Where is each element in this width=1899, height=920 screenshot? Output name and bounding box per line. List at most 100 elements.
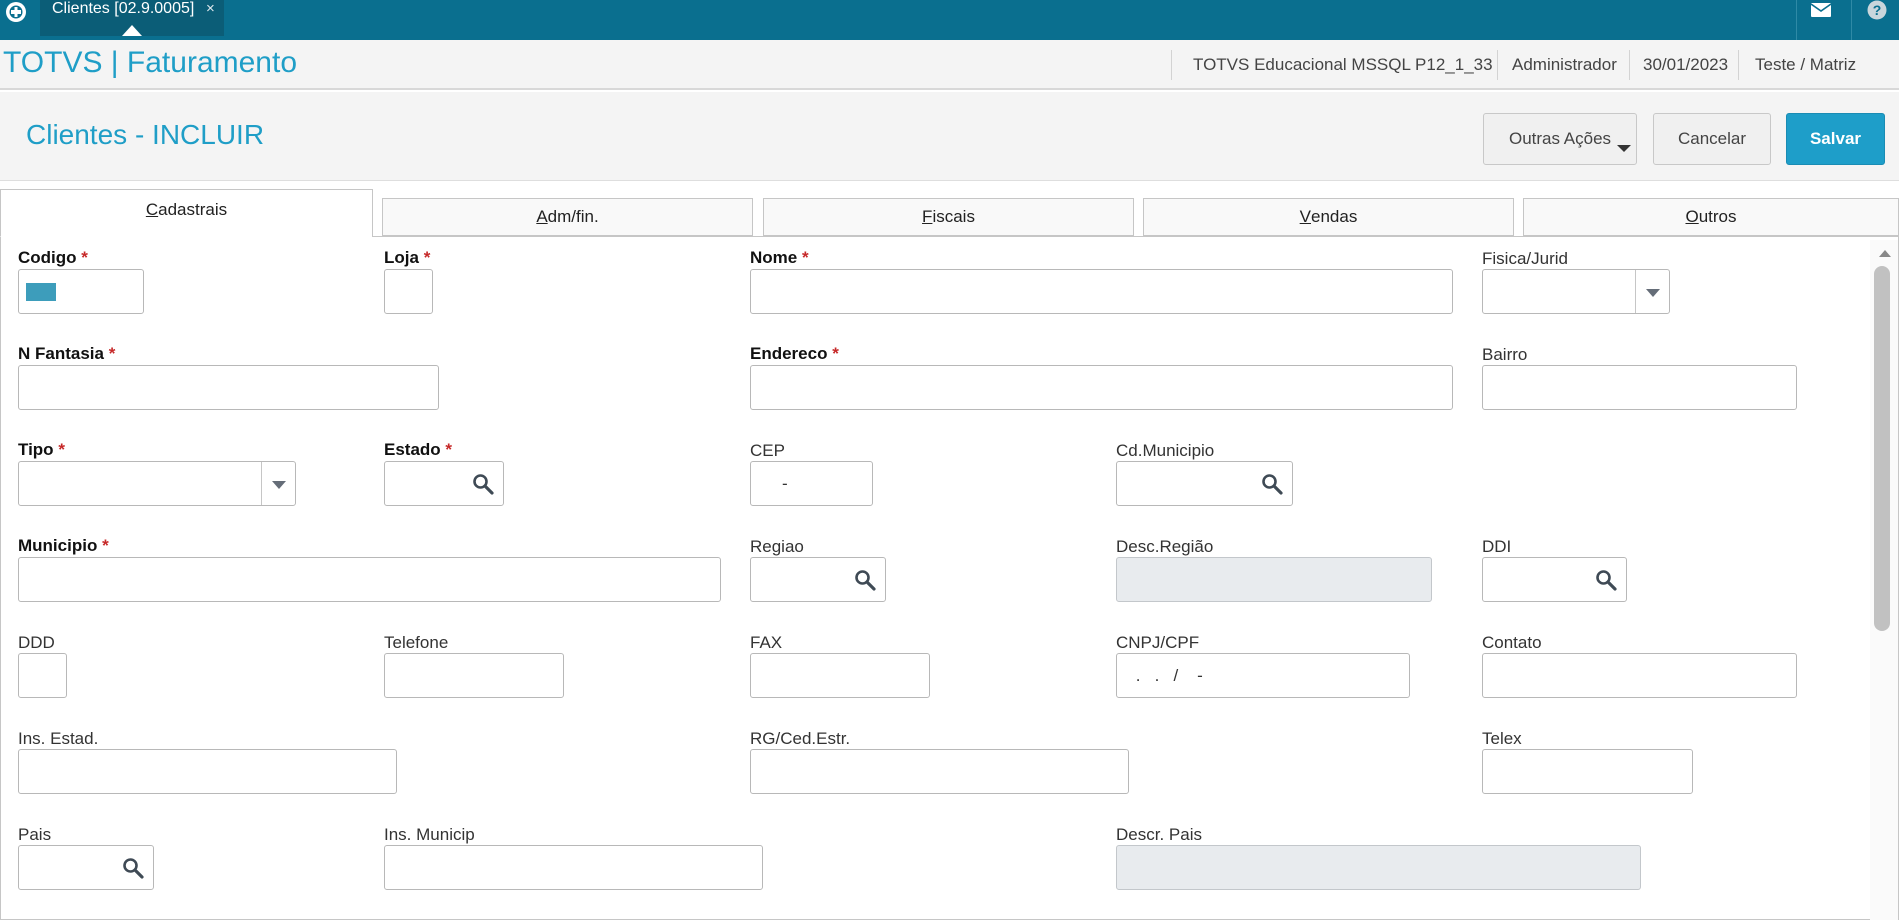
codigo-field[interactable] (18, 269, 144, 314)
telefone-input[interactable] (385, 654, 563, 697)
cnpj-cpf-field[interactable]: . . / - (1116, 653, 1410, 698)
branch-label[interactable]: Teste / Matriz (1755, 40, 1856, 90)
nome-input[interactable] (751, 270, 1452, 313)
bairro-field[interactable] (1482, 365, 1797, 410)
form-scrollbar[interactable] (1870, 240, 1898, 920)
save-button[interactable]: Salvar (1786, 113, 1885, 165)
app-window: Clientes [02.9.0005] × ? TOTVS | Faturam… (0, 0, 1899, 920)
estado-field[interactable] (384, 461, 504, 506)
close-icon[interactable]: × (206, 0, 215, 18)
tab-label: iscais (932, 207, 975, 226)
ddd-label: DDD (18, 633, 55, 652)
regiao-field[interactable] (750, 557, 886, 602)
regiao-label: Regiao (750, 537, 804, 556)
loja-label: Loja * (384, 248, 431, 267)
search-icon[interactable] (853, 568, 877, 592)
ddi-label: DDI (1482, 537, 1512, 556)
date-label[interactable]: 30/01/2023 (1643, 40, 1728, 90)
ins-estad-field[interactable] (18, 749, 397, 794)
ddd-input[interactable] (19, 654, 66, 697)
tab-label: utros (1698, 207, 1737, 226)
search-icon[interactable] (121, 856, 145, 880)
telefone-field[interactable] (384, 653, 564, 698)
cancel-label: Cancelar (1677, 129, 1747, 148)
ddd-field[interactable] (18, 653, 67, 698)
nome-field[interactable] (750, 269, 1453, 314)
tab-cadastrais[interactable]: Cadastrais (0, 189, 373, 237)
chevron-down-icon[interactable] (272, 481, 286, 489)
cep-label: CEP (750, 441, 785, 460)
tab-fiscais[interactable]: Fiscais (763, 198, 1134, 236)
tab-label: endas (1311, 207, 1358, 226)
ddi-field[interactable] (1482, 557, 1627, 602)
fax-field[interactable] (750, 653, 930, 698)
endereco-field[interactable] (750, 365, 1453, 410)
search-icon[interactable] (1594, 568, 1618, 592)
svg-text:?: ? (1873, 2, 1882, 18)
mail-icon[interactable] (1808, 0, 1834, 20)
municipio-label: Municipio * (18, 536, 109, 555)
environment-label: TOTVS Educacional MSSQL P12_1_33 (1193, 55, 1493, 74)
tab-vendas[interactable]: Vendas (1143, 198, 1514, 236)
loja-field[interactable] (384, 269, 433, 314)
search-icon[interactable] (471, 472, 495, 496)
municipio-field[interactable] (18, 557, 721, 602)
descr-pais-label: Descr. Pais (1116, 825, 1202, 844)
estado-label: Estado * (384, 440, 453, 459)
rg-ced-estr-field[interactable] (750, 749, 1129, 794)
fax-input[interactable] (751, 654, 929, 697)
municipio-input[interactable] (19, 558, 720, 601)
cep-mask: - (782, 474, 788, 493)
fisica-jurid-select[interactable] (1482, 269, 1670, 314)
module-title: TOTVS | Faturamento (3, 46, 298, 79)
desc-regiao-label: Desc.Região (1116, 537, 1214, 556)
cd-municipio-label: Cd.Municipio (1116, 441, 1215, 460)
ins-estad-input[interactable] (19, 750, 396, 793)
fax-label: FAX (750, 633, 783, 652)
rg-ced-estr-input[interactable] (751, 750, 1128, 793)
endereco-input[interactable] (751, 366, 1452, 409)
header-divider (1629, 50, 1630, 80)
telex-field[interactable] (1482, 749, 1693, 794)
endereco-label: Endereco * (750, 344, 839, 363)
tipo-select[interactable] (18, 461, 296, 506)
chevron-down-icon[interactable] (1646, 289, 1660, 297)
active-tab-indicator (122, 25, 142, 36)
scrollbar-thumb[interactable] (1874, 266, 1890, 631)
search-icon[interactable] (1260, 472, 1284, 496)
chevron-down-icon (1617, 145, 1631, 152)
topbar-divider (1796, 0, 1797, 40)
desc-regiao-input (1117, 558, 1431, 601)
cd-municipio-field[interactable] (1116, 461, 1293, 506)
n-fantasia-label: N Fantasia * (18, 344, 116, 363)
contato-label: Contato (1482, 633, 1542, 652)
combo-divider (261, 462, 262, 505)
ins-municip-field[interactable] (384, 845, 763, 890)
codigo-input[interactable] (19, 270, 143, 313)
n-fantasia-input[interactable] (19, 366, 438, 409)
tab-adm-fin[interactable]: Adm/fin. (382, 198, 753, 236)
scroll-up-icon[interactable] (1879, 250, 1891, 257)
tab-mnemonic: C (145, 200, 159, 219)
loja-input[interactable] (385, 270, 432, 313)
telefone-label: Telefone (384, 633, 449, 652)
other-actions-button[interactable]: Outras Ações (1483, 113, 1637, 165)
cancel-button[interactable]: Cancelar (1653, 113, 1771, 165)
cep-field[interactable]: - (750, 461, 873, 506)
document-tab-clientes[interactable]: Clientes [02.9.0005] × (40, 0, 224, 36)
header-divider (1171, 50, 1172, 80)
pais-field[interactable] (18, 845, 154, 890)
help-icon[interactable]: ? (1864, 0, 1890, 20)
contato-input[interactable] (1483, 654, 1796, 697)
telex-input[interactable] (1483, 750, 1692, 793)
topbar-divider (1851, 0, 1852, 40)
n-fantasia-field[interactable] (18, 365, 439, 410)
tab-outros[interactable]: Outros (1523, 198, 1899, 236)
totvs-logo-icon[interactable] (2, 0, 30, 24)
other-actions-label: Outras Ações (1508, 129, 1612, 148)
ins-municip-input[interactable] (385, 846, 762, 889)
user-label[interactable]: Administrador (1512, 40, 1617, 90)
descr-pais-input (1117, 846, 1640, 889)
bairro-input[interactable] (1483, 366, 1796, 409)
contato-field[interactable] (1482, 653, 1797, 698)
